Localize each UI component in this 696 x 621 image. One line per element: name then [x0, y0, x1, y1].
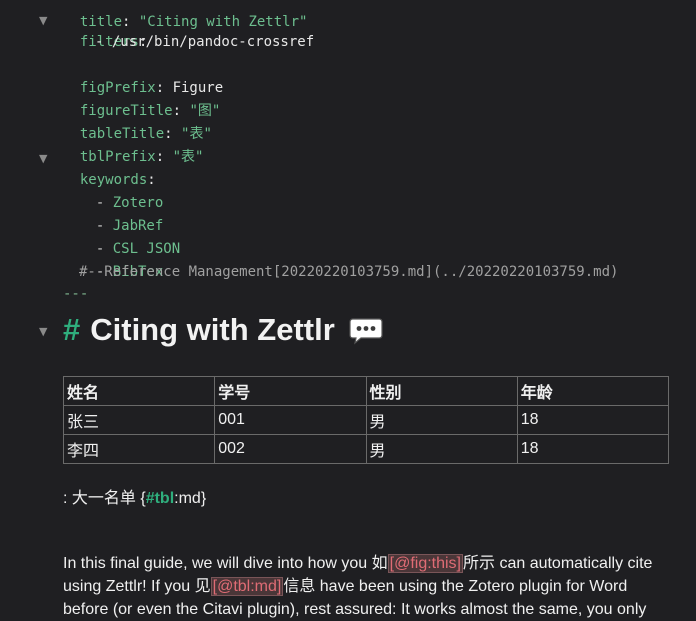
fold-toggle-icon[interactable]: ▼ — [39, 14, 47, 27]
yaml-tabletitle-line[interactable]: tableTitle: "表" — [63, 100, 212, 142]
speech-bubble-icon[interactable] — [349, 317, 383, 345]
table-header-cell[interactable]: 学号 — [214, 376, 367, 406]
yaml-keyword-item[interactable]: - CSL JSON — [79, 215, 180, 257]
table-header-cell[interactable]: 姓名 — [62, 376, 216, 406]
table-cell[interactable]: 002 — [214, 434, 367, 464]
yaml-value: "表" — [172, 149, 204, 165]
hashtag[interactable]: #tbl — [146, 490, 174, 507]
table-cell[interactable]: 男 — [365, 405, 518, 435]
table-cell[interactable]: 18 — [516, 434, 670, 464]
table-row: 李四 002 男 18 — [62, 434, 670, 464]
yaml-comment-line[interactable]: #- Reference Management[20220220103759.m… — [79, 261, 618, 284]
yaml-filters-line[interactable]: filters: — [63, 8, 147, 50]
table-caption[interactable]: : 大一名单 {#tbl:md} — [63, 484, 206, 508]
yaml-keyword-item[interactable]: - Zotero — [79, 169, 163, 211]
yaml-figprefix-line[interactable]: figPrefix: Figure — [63, 54, 223, 96]
citation-tbl-md[interactable]: [@tbl:md] — [210, 577, 284, 596]
yaml-tblprefix-line[interactable]: tblPrefix: "表" — [63, 123, 204, 165]
heading-1[interactable]: # Citing with Zettlr — [63, 308, 383, 352]
frontmatter-end-marker: --- — [63, 286, 89, 302]
markdown-table[interactable]: 姓名 学号 性别 年龄 张三 001 男 18 李四 002 男 18 — [62, 376, 670, 464]
yaml-value: "Citing with Zettlr" — [138, 14, 308, 30]
fold-toggle-icon[interactable]: ▼ — [39, 152, 47, 165]
body-paragraph[interactable]: In this final guide, we will dive into h… — [63, 552, 663, 621]
table-cell[interactable]: 男 — [365, 434, 518, 464]
yaml-filter-item[interactable]: - /usr/bin/pandoc-crossref — [95, 31, 314, 54]
table-cell[interactable]: 李四 — [62, 434, 216, 464]
yaml-keyword-item[interactable]: - JabRef — [79, 192, 163, 234]
yaml-keywords-line[interactable]: keywords: — [63, 146, 156, 188]
table-cell[interactable]: 张三 — [62, 405, 216, 435]
table-row: 张三 001 男 18 — [62, 405, 670, 435]
heading-marker: # — [63, 312, 81, 347]
heading-text: Citing with Zettlr — [90, 312, 335, 347]
fold-toggle-icon[interactable]: ▼ — [39, 325, 47, 338]
table-header-row: 姓名 学号 性别 年龄 — [62, 376, 670, 406]
citation-fig-this[interactable]: [@fig:this] — [387, 554, 463, 573]
yaml-keyword-item[interactable]: - BibTex — [79, 238, 163, 280]
table-header-cell[interactable]: 年龄 — [516, 376, 670, 406]
yaml-figuretitle-line[interactable]: figureTitle: "图" — [63, 77, 220, 119]
table-cell[interactable]: 18 — [516, 405, 670, 435]
table-cell[interactable]: 001 — [214, 405, 367, 435]
table-header-cell[interactable]: 性别 — [365, 376, 518, 406]
